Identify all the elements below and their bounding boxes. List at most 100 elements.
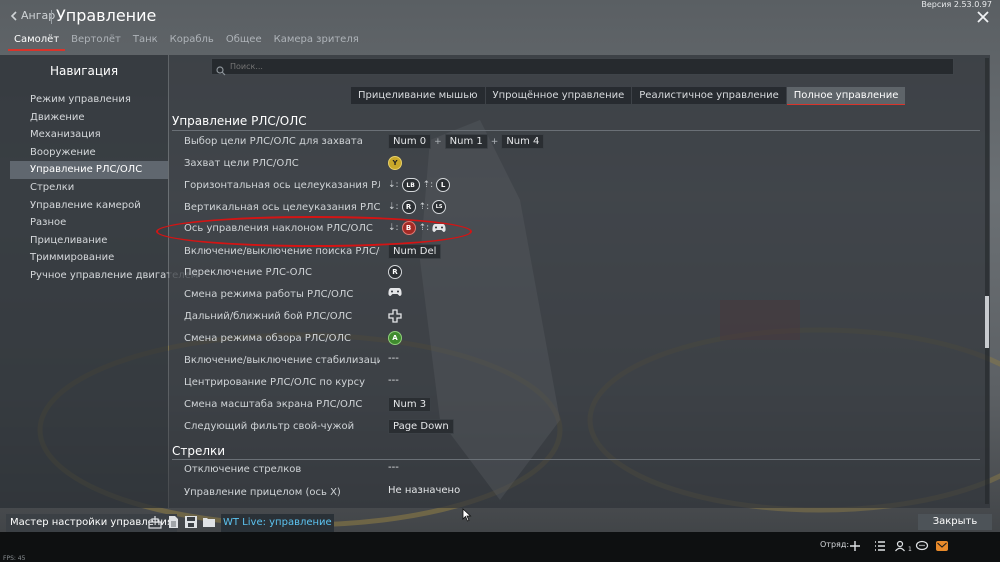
mode-simplified[interactable]: Упрощённое управление — [485, 87, 632, 104]
nav-item-camera-control[interactable]: Управление камерой — [10, 197, 168, 215]
chat-icon[interactable] — [915, 539, 929, 553]
navigation-title: Навигация — [49, 64, 119, 78]
nav-item-control-mode[interactable]: Режим управления — [10, 91, 168, 109]
key-binding-empty[interactable]: --- — [388, 462, 399, 473]
vehicle-tabs: Самолёт Вертолёт Танк Корабль Общее Каме… — [8, 31, 365, 51]
squad-label: Отряд: — [820, 540, 850, 549]
close-button[interactable]: Закрыть — [918, 514, 992, 530]
control-row[interactable]: Смена масштаба экрана РЛС/ОЛС Num 3 — [172, 396, 980, 416]
gamepad-icon — [432, 224, 446, 232]
nav-item-misc[interactable]: Разное — [10, 214, 168, 232]
gamepad-icon — [388, 288, 402, 296]
version-label: Версия 2.53.0.97 — [921, 0, 992, 9]
control-row[interactable]: Центрирование РЛС/ОЛС по курсу --- — [172, 374, 980, 394]
gamepad-r-icon: R — [401, 200, 416, 214]
key-binding-empty[interactable]: --- — [388, 353, 399, 364]
nav-item-aiming[interactable]: Прицеливание — [10, 232, 168, 250]
control-row[interactable]: Смена режима работы РЛС/ОЛС — [172, 286, 980, 306]
search-input[interactable] — [228, 62, 832, 71]
control-label: Центрирование РЛС/ОЛС по курсу — [184, 377, 365, 388]
search-bar[interactable] — [211, 58, 954, 75]
control-row[interactable]: Переключение РЛС-ОЛС R — [172, 264, 980, 284]
scrollbar-track[interactable] — [985, 58, 989, 504]
control-label: Отключение стрелков — [184, 464, 302, 475]
footer-bar: FPS: 45 Отряд: 1 — [0, 532, 1000, 562]
gamepad-r-stick-icon: R — [388, 265, 402, 279]
tab-spectator-camera[interactable]: Камера зрителя — [268, 31, 365, 51]
control-row[interactable]: Отключение стрелков --- — [172, 461, 980, 481]
control-row[interactable]: Горизонтальная ось целеуказания РЛС/ОЛС … — [172, 177, 980, 197]
navigation-list: Режим управления Движение Механизация Во… — [10, 91, 198, 285]
save-icon[interactable] — [184, 515, 198, 529]
tab-ship[interactable]: Корабль — [164, 31, 220, 51]
mode-mouse-aim[interactable]: Прицеливание мышью — [351, 87, 485, 104]
gamepad-ls-icon: LS — [432, 200, 447, 214]
nav-item-armament[interactable]: Вооружение — [10, 144, 168, 162]
control-label: Горизонтальная ось целеуказания РЛС/ОЛС — [184, 180, 380, 191]
tab-aircraft[interactable]: Самолёт — [8, 31, 66, 51]
control-row[interactable]: Выбор цели РЛС/ОЛС для захвата Num 0 + N… — [172, 133, 980, 153]
back-button[interactable]: Ангар — [10, 9, 55, 22]
key-binding[interactable]: Num 0 + Num 1 + Num 4 — [388, 134, 545, 149]
gamepad-y-icon: Y — [388, 156, 402, 170]
mode-realistic[interactable]: Реалистичное управление — [632, 87, 786, 104]
key-binding-unassigned[interactable]: Не назначено — [388, 485, 460, 496]
control-label: Следующий фильтр свой-чужой — [184, 421, 355, 432]
key-binding[interactable]: R — [388, 265, 402, 279]
nav-item-movement[interactable]: Движение — [10, 109, 168, 127]
fps-counter: FPS: 45 — [3, 555, 26, 562]
close-icon[interactable] — [976, 10, 990, 24]
mail-icon[interactable] — [935, 539, 949, 553]
key-binding[interactable]: ⇣: B ⇡: — [388, 221, 446, 235]
nav-item-gunners[interactable]: Стрелки — [10, 179, 168, 197]
key-binding[interactable]: ⇣: LB ⇡: L — [388, 178, 451, 192]
key-cap: Num Del — [388, 244, 442, 259]
nav-item-manual-engine[interactable]: Ручное управление двигателем — [10, 267, 198, 285]
document-icon[interactable] — [166, 515, 180, 529]
control-row[interactable]: Управление прицелом (ось X) Не назначено — [172, 484, 980, 504]
key-binding[interactable] — [388, 309, 402, 323]
dpad-icon — [388, 309, 402, 323]
key-binding[interactable]: Y — [388, 156, 402, 170]
control-label: Захват цели РЛС/ОЛС — [184, 158, 299, 169]
control-row[interactable]: Включение/выключение стабилизации РЛС/ОЛ… — [172, 352, 980, 372]
key-binding[interactable]: ⇣: R ⇡: LS — [388, 200, 447, 214]
nav-item-mechanization[interactable]: Механизация — [10, 126, 168, 144]
plus-icon[interactable] — [848, 539, 862, 553]
control-row[interactable]: Смена режима обзора РЛС/ОЛС A — [172, 330, 980, 350]
nav-item-trimming[interactable]: Триммирование — [10, 249, 168, 267]
gamepad-lb-icon: LB — [401, 178, 420, 192]
control-row[interactable]: Ось управления наклоном РЛС/ОЛС ⇣: B ⇡: — [172, 220, 980, 240]
key-binding[interactable]: Page Down — [388, 419, 454, 434]
search-icon — [216, 61, 228, 75]
key-binding[interactable] — [388, 287, 402, 297]
control-label: Смена режима работы РЛС/ОЛС — [184, 289, 354, 300]
key-binding[interactable]: A — [388, 331, 402, 345]
control-row[interactable]: Дальний/ближний бой РЛС/ОЛС — [172, 308, 980, 328]
key-binding[interactable]: Num 3 — [388, 397, 432, 412]
control-row[interactable]: Следующий фильтр свой-чужой Page Down — [172, 418, 980, 438]
wt-live-link[interactable]: WT Live: управление — [221, 514, 334, 533]
preset-icon[interactable] — [148, 515, 162, 529]
control-row[interactable]: Включение/выключение поиска РЛС/ОЛС Num … — [172, 243, 980, 263]
plus-icon: + — [434, 136, 442, 147]
page-title: Управление — [56, 6, 157, 25]
gamepad-l-icon: L — [436, 178, 451, 192]
control-row[interactable]: Захват цели РЛС/ОЛС Y — [172, 155, 980, 175]
contacts-icon[interactable] — [894, 539, 908, 553]
scrollbar-thumb[interactable] — [985, 296, 989, 348]
list-icon[interactable] — [873, 539, 887, 553]
tab-helicopter[interactable]: Вертолёт — [65, 31, 127, 51]
key-cap: Num 0 — [388, 134, 432, 149]
key-binding[interactable]: Num Del — [388, 244, 442, 259]
control-label: Смена масштаба экрана РЛС/ОЛС — [184, 399, 363, 410]
tab-common[interactable]: Общее — [220, 31, 268, 51]
control-label: Выбор цели РЛС/ОЛС для захвата — [184, 136, 363, 147]
nav-item-radar-control[interactable]: Управление РЛС/ОЛС — [10, 161, 168, 179]
key-binding-empty[interactable]: --- — [388, 375, 399, 386]
mode-full[interactable]: Полное управление — [786, 87, 906, 105]
tab-tank[interactable]: Танк — [127, 31, 164, 51]
key-cap: Num 4 — [501, 134, 545, 149]
control-row[interactable]: Вертикальная ось целеуказания РЛС/ОЛС ⇣:… — [172, 199, 980, 219]
folder-icon[interactable] — [202, 515, 216, 529]
